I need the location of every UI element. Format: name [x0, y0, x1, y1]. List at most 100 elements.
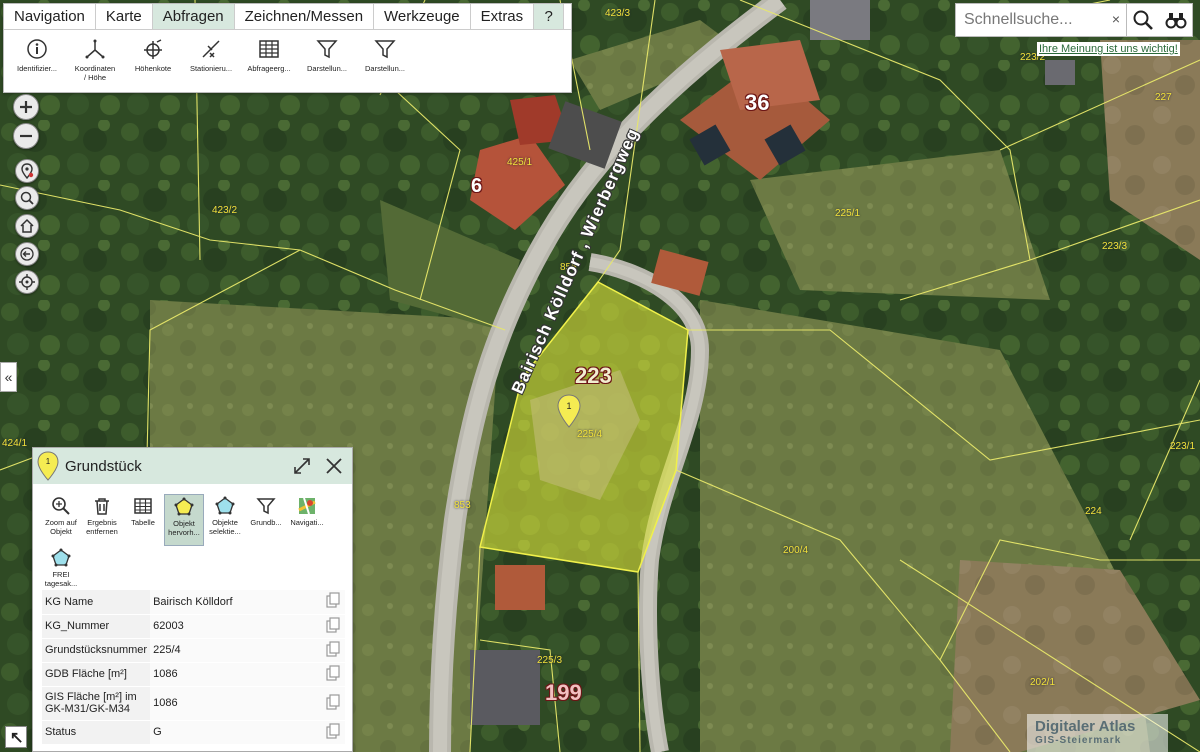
- map-marker-icon[interactable]: 1: [557, 394, 581, 428]
- attribute-value: Bairisch Kölldorf: [150, 590, 321, 615]
- digitaler-atlas-logo: Digitaler Atlas GIS-Steiermark: [1027, 714, 1168, 752]
- panel-tool-label: Navigati...: [290, 518, 324, 527]
- fullscreen-button[interactable]: [5, 726, 27, 748]
- stationing-icon: [202, 40, 220, 58]
- land-register-button[interactable]: Grundb...: [246, 494, 286, 546]
- plus-icon: [20, 101, 32, 113]
- panel-toolbar: Zoom auf Objekt Ergebnis entfernen Tabel…: [33, 484, 352, 598]
- copy-icon: [326, 592, 340, 608]
- panel-tool-label: FREI tagesak...: [44, 570, 78, 588]
- tool-label: Koordinaten / Höhe: [74, 64, 116, 82]
- attribute-value: 62003: [150, 614, 321, 639]
- table-button[interactable]: Tabelle: [123, 494, 163, 546]
- search-icon[interactable]: [1132, 9, 1154, 31]
- crosshair-icon: [19, 274, 35, 290]
- map-marker-number: 1: [566, 401, 571, 411]
- parcel-label: 202/1: [1030, 677, 1056, 688]
- query-results-tool-button[interactable]: Abfrageerg...: [240, 38, 298, 82]
- expand-icon[interactable]: [292, 456, 312, 476]
- tab-abfragen[interactable]: Abfragen: [152, 4, 235, 29]
- parcel-label: 225/1: [835, 208, 861, 219]
- elevation-point-icon: [144, 39, 162, 59]
- copy-icon: [326, 640, 340, 657]
- highlight-object-button[interactable]: Objekt hervorh...: [164, 494, 204, 546]
- logo-title: Digitaler Atlas: [1035, 718, 1136, 735]
- parcel-label: 225/3: [537, 655, 563, 666]
- identify-tool-button[interactable]: Identifizier...: [8, 38, 66, 82]
- attribute-key: Grundstücksnummer: [42, 638, 151, 663]
- search-input[interactable]: [956, 4, 1106, 36]
- tab-karte[interactable]: Karte: [96, 4, 153, 29]
- attribute-value: 225/4: [150, 638, 321, 663]
- frei-polygon-icon: [51, 548, 71, 567]
- search-clear-icon[interactable]: ×: [1112, 11, 1120, 27]
- panel-tool-label: Objekte selektie...: [209, 518, 241, 536]
- search-actions: [1127, 3, 1193, 37]
- sidebar-expand-button[interactable]: «: [0, 362, 17, 392]
- attribute-key: Status: [42, 720, 151, 745]
- tab-help[interactable]: ?: [534, 4, 565, 29]
- navigation-button[interactable]: Navigati...: [287, 494, 327, 546]
- coordinates-tool-button[interactable]: Koordinaten / Höhe: [66, 38, 124, 82]
- remove-result-button[interactable]: Ergebnis entfernen: [82, 494, 122, 546]
- filter-icon: [316, 40, 338, 59]
- house-number: 36: [745, 90, 770, 115]
- parcel-label: 853: [454, 500, 471, 511]
- elevation-point-tool-button[interactable]: Höhenkote: [124, 38, 182, 82]
- back-button[interactable]: [15, 242, 39, 266]
- parcel-label: 424/1: [2, 438, 28, 449]
- tab-extras[interactable]: Extras: [471, 4, 535, 29]
- location-button[interactable]: [15, 159, 39, 183]
- parcel-label: 223/1: [1170, 441, 1196, 452]
- display-filter-tool-button-2[interactable]: Darstellun...: [356, 38, 414, 82]
- quick-search: ×: [955, 3, 1127, 37]
- tab-werkzeuge[interactable]: Werkzeuge: [374, 4, 471, 29]
- zoom-to-object-button[interactable]: Zoom auf Objekt: [41, 494, 81, 546]
- table-row: GDB Fläche [m²] 1086: [42, 662, 345, 687]
- panel-tool-label: Ergebnis entfernen: [86, 518, 118, 536]
- tab-navigation[interactable]: Navigation: [4, 4, 96, 29]
- zoom-out-button[interactable]: [13, 123, 39, 149]
- gps-button[interactable]: [15, 270, 39, 294]
- parcel-label: 423/3: [605, 8, 631, 19]
- copy-button[interactable]: [321, 720, 345, 745]
- table-row: KG Name Bairisch Kölldorf: [42, 590, 345, 615]
- arrow-up-left-icon: [11, 732, 22, 743]
- filter-icon: [256, 498, 276, 515]
- minus-icon: [20, 134, 32, 138]
- display-filter-tool-button[interactable]: Darstellun...: [298, 38, 356, 82]
- copy-button[interactable]: [321, 638, 345, 663]
- location-pin-icon: [21, 163, 34, 179]
- house-number: 199: [545, 680, 582, 705]
- tab-zeichnen-messen[interactable]: Zeichnen/Messen: [235, 4, 375, 29]
- attribute-value: 1086: [150, 686, 321, 721]
- parcel-label: 200/4: [783, 545, 809, 556]
- parcel-label: 423/2: [212, 205, 238, 216]
- copy-button[interactable]: [321, 590, 345, 615]
- attribute-key: GDB Fläche [m²]: [42, 662, 151, 687]
- copy-button[interactable]: [321, 686, 345, 721]
- main-menu: Navigation Karte Abfragen Zeichnen/Messe…: [3, 3, 572, 93]
- attribute-key: KG Name: [42, 590, 151, 615]
- binoculars-icon[interactable]: [1165, 9, 1187, 31]
- stationing-tool-button[interactable]: Stationieru...: [182, 38, 240, 82]
- magnifier-icon: [20, 191, 34, 205]
- panel-marker-number: 1: [46, 457, 51, 466]
- zoom-to-object-icon: [52, 497, 70, 515]
- parcel-label: 223/3: [1102, 241, 1128, 252]
- copy-button[interactable]: [321, 662, 345, 687]
- select-objects-button[interactable]: Objekte selektie...: [205, 494, 245, 546]
- attribute-key: GIS Fläche [m²] im GK-M31/GK-M34: [42, 686, 151, 721]
- copy-button[interactable]: [321, 614, 345, 639]
- zoom-box-button[interactable]: [15, 186, 39, 210]
- menu-toolbar: Identifizier... Koordinaten / Höhe Höhen…: [4, 30, 571, 82]
- house-number: 223: [575, 363, 612, 388]
- logo-subtitle: GIS-Steiermark: [1035, 735, 1122, 746]
- zoom-in-button[interactable]: [13, 94, 39, 120]
- close-icon[interactable]: [324, 456, 344, 476]
- feedback-link[interactable]: Ihre Meinung ist uns wichtig!: [1037, 42, 1180, 56]
- tool-label: Darstellun...: [364, 64, 406, 73]
- table-row: Status G: [42, 720, 345, 745]
- highlight-polygon-icon: [174, 497, 194, 516]
- home-button[interactable]: [15, 214, 39, 238]
